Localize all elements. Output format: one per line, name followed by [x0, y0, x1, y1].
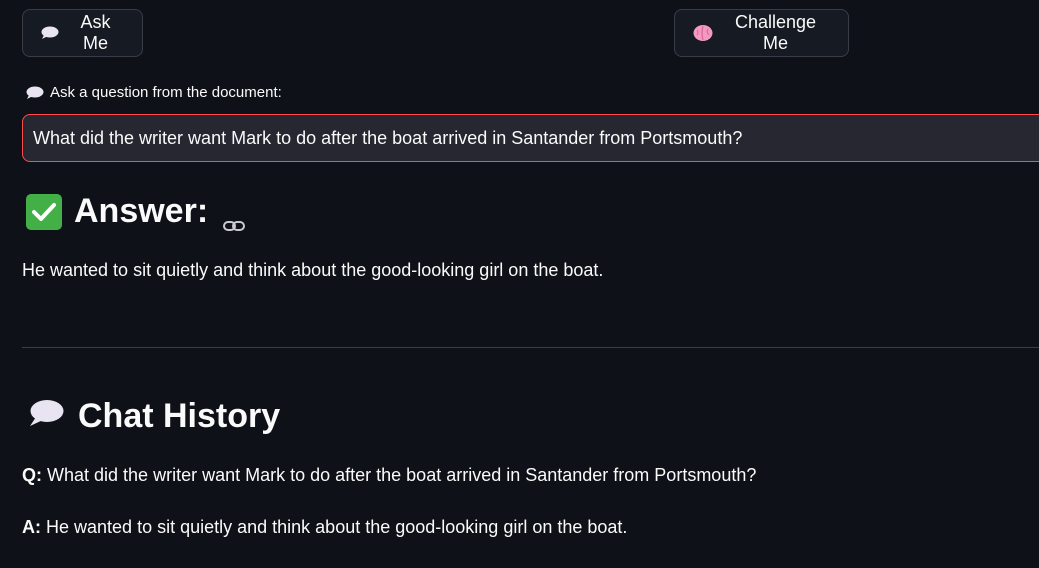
challenge-me-label: Challenge Me	[734, 12, 817, 53]
app-page: Ask Me Challenge Me Ask a question from …	[0, 0, 1039, 568]
divider	[22, 347, 1039, 348]
challenge-me-button[interactable]: Challenge Me	[674, 9, 849, 57]
link-icon[interactable]	[222, 204, 246, 231]
question-label: Ask a question from the document:	[26, 84, 282, 101]
chat-history-heading: Chat History	[28, 397, 280, 436]
history-question-text: What did the writer want Mark to do afte…	[47, 465, 757, 485]
answer-heading-text: Answer:	[74, 192, 209, 230]
brain-icon	[693, 24, 713, 42]
history-answer-text: He wanted to sit quietly and think about…	[46, 517, 628, 537]
answer-heading: Answer:	[26, 192, 246, 231]
speech-balloon-icon	[28, 397, 64, 436]
speech-balloon-icon	[26, 86, 44, 100]
ask-me-label: Ask Me	[80, 12, 111, 53]
answer-text: He wanted to sit quietly and think about…	[22, 260, 604, 280]
history-question: Q: What did the writer want Mark to do a…	[22, 465, 756, 486]
chat-history-title: Chat History	[78, 397, 281, 435]
check-mark-icon	[26, 193, 62, 230]
ask-me-button[interactable]: Ask Me	[22, 9, 143, 57]
history-answer-prefix: A:	[22, 517, 41, 537]
history-answer: A: He wanted to sit quietly and think ab…	[22, 517, 627, 538]
speech-balloon-icon	[41, 26, 59, 40]
question-input[interactable]	[22, 114, 1039, 162]
question-label-text: Ask a question from the document:	[50, 84, 282, 101]
history-question-prefix: Q:	[22, 465, 42, 485]
